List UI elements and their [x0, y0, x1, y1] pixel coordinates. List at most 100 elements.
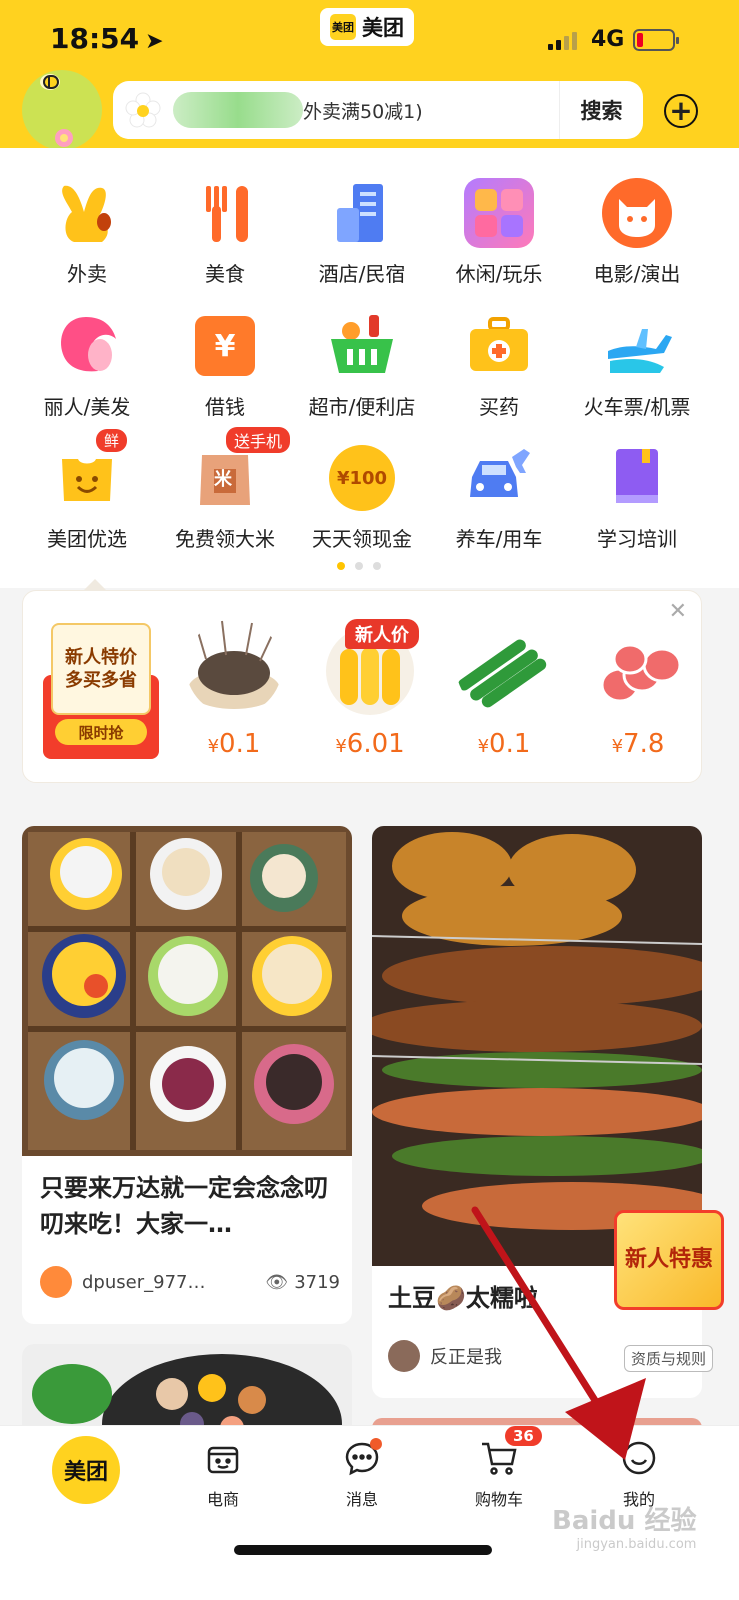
price-value: 7.8 [623, 729, 665, 759]
category-tickets[interactable]: 火车票/机票 [567, 311, 707, 420]
watermark-sub: jingyan.baidu.com [576, 1537, 697, 1552]
category-label: 休闲/玩乐 [455, 262, 543, 286]
search-button[interactable]: 搜索 [559, 81, 643, 139]
category-study[interactable]: 学习培训 [567, 443, 707, 552]
category-youxuan[interactable]: 鲜 美团优选 [17, 429, 157, 552]
tab-label: 电商 [206, 1490, 239, 1509]
category-free-rice[interactable]: 米 送手机 免费领大米 [155, 427, 295, 552]
smile-face-icon [619, 1438, 659, 1478]
yuan-glyph: ¥ [214, 328, 236, 364]
category-car[interactable]: 养车/用车 [429, 443, 569, 552]
category-label: 学习培训 [597, 527, 677, 551]
category-daily-cash[interactable]: ¥100 天天领现金 [292, 443, 432, 552]
category-beauty[interactable]: 丽人/美发 [17, 311, 157, 420]
location-arrow-icon: ➤ [145, 29, 164, 54]
new-user-promo-float[interactable]: 新人特惠 [614, 1210, 724, 1310]
coin-glyph: ¥100 [336, 467, 388, 489]
gift-line2: 多买多省 [65, 670, 137, 691]
feed-card-dessert[interactable]: 只要来万达就一定会念念叨叨来吃！大家一… dpuser_977… 👁 3719 [22, 826, 352, 1324]
battery-icon [633, 29, 679, 51]
fork-knife-icon [190, 178, 260, 248]
chat-bubble-icon [342, 1438, 382, 1478]
category-label: 美食 [205, 262, 245, 286]
cucumber-image [458, 639, 547, 708]
meituan-logo-icon: 美团 [330, 14, 356, 40]
currency: ¥ [207, 736, 220, 757]
deal-price: ¥7.8 [612, 729, 665, 759]
signal-icon [548, 30, 577, 50]
rice-glyph: 米 [214, 469, 232, 490]
category-medicine[interactable]: 买药 [429, 311, 569, 420]
feed-meta: dpuser_977… 👁 3719 [40, 1266, 340, 1298]
currency: ¥ [335, 736, 347, 757]
category-label: 丽人/美发 [43, 395, 131, 419]
price-value: 6.01 [346, 729, 405, 759]
beauty-icon [52, 311, 122, 381]
category-label: 借钱 [205, 395, 245, 419]
search-placeholder: 外卖满50减1) [303, 100, 423, 123]
unread-dot [370, 1438, 382, 1450]
currency: ¥ [611, 736, 624, 757]
clock: 18:54 [50, 22, 140, 55]
category-supermarket[interactable]: 超市/便利店 [292, 311, 432, 420]
tab-messages[interactable]: 消息 [307, 1438, 417, 1510]
bbq-skewers-image [372, 826, 702, 1266]
bee-mascot-icon [22, 70, 102, 150]
category-waimai[interactable]: 外卖 [17, 178, 157, 287]
tab-label: 购物车 [474, 1490, 523, 1509]
category-label: 天天领现金 [312, 527, 412, 551]
new-user-price-badge: 新人价 [345, 619, 419, 649]
feed-title[interactable]: 只要来万达就一定会念念叨叨来吃！大家一… [40, 1170, 340, 1242]
watermark-main: Baidu 经验 [552, 1506, 697, 1536]
category-loan[interactable]: ¥ 借钱 [155, 311, 295, 420]
category-label: 美团优选 [47, 527, 127, 551]
category-food[interactable]: 美食 [155, 178, 295, 287]
coin-icon: ¥100 [329, 445, 395, 511]
category-movie[interactable]: 电影/演出 [567, 178, 707, 287]
cart-icon: 36 [479, 1426, 542, 1478]
category-label: 超市/便利店 [308, 395, 416, 419]
rules-link[interactable]: 资质与规则 [624, 1345, 714, 1372]
category-leisure[interactable]: 休闲/玩乐 [429, 178, 569, 287]
avatar [40, 1266, 72, 1298]
leisure-icon [464, 178, 534, 248]
supermarket-icon [327, 311, 397, 381]
feed-card-bbq[interactable]: 土豆🥔太糯啦 反正是我 [372, 826, 702, 1398]
new-user-deals-card: ✕ 新人特价 多买多省 限时抢 ¥0.1 ¥6.01 新人价 ¥0.1 ¥7.8 [22, 579, 702, 783]
currency: ¥ [477, 736, 490, 757]
category-label: 买药 [479, 395, 519, 419]
new-user-gift[interactable]: 新人特价 多买多省 限时抢 [43, 623, 159, 759]
beef-roll-image [600, 643, 682, 703]
baidu-watermark: Baidu 经验 jingyan.baidu.com [552, 1500, 696, 1552]
tab-home[interactable]: 美团 [52, 1436, 120, 1504]
plus-icon[interactable]: + [664, 94, 698, 128]
app-name: 美团 [362, 16, 404, 40]
deal-price: ¥0.1 [478, 729, 531, 759]
app-badge: 美团 美团 [320, 8, 414, 46]
deal-item-cucumber[interactable]: ¥0.1 [449, 619, 559, 769]
flower-icon [113, 81, 173, 139]
tab-ecommerce[interactable]: 电商 [168, 1438, 278, 1510]
author-name: 反正是我 [430, 1347, 502, 1368]
shrimp-image [188, 620, 280, 709]
category-hotel[interactable]: 酒店/民宿 [292, 178, 432, 287]
movie-cat-icon [602, 178, 672, 248]
category-grid: 外卖 美食 酒店/民宿 休闲/玩乐 电影/演出 丽人/美发 ¥ 借钱 超市/便利… [0, 148, 739, 588]
limited-time-button[interactable]: 限时抢 [55, 719, 147, 745]
youxuan-icon: 鲜 [52, 429, 128, 513]
loan-icon: ¥ [195, 316, 255, 376]
rice-bag-icon: 米 送手机 [190, 427, 291, 513]
deal-item-shrimp[interactable]: ¥0.1 [179, 619, 289, 769]
blurred-search-text [173, 92, 303, 128]
shop-bag-icon [203, 1438, 243, 1478]
category-label: 养车/用车 [455, 527, 543, 551]
deal-item-beef[interactable]: ¥7.8 [583, 619, 693, 769]
cart-count-badge: 36 [505, 1426, 542, 1446]
search-bar[interactable]: 外卖满50减1) 搜索 [113, 81, 643, 139]
price-value: 0.1 [489, 729, 531, 759]
category-label: 免费领大米 [175, 527, 275, 551]
network-type: 4G [591, 27, 625, 52]
tab-cart[interactable]: 36 购物车 [444, 1426, 554, 1510]
category-label: 火车票/机票 [583, 395, 691, 419]
car-icon [464, 443, 534, 513]
